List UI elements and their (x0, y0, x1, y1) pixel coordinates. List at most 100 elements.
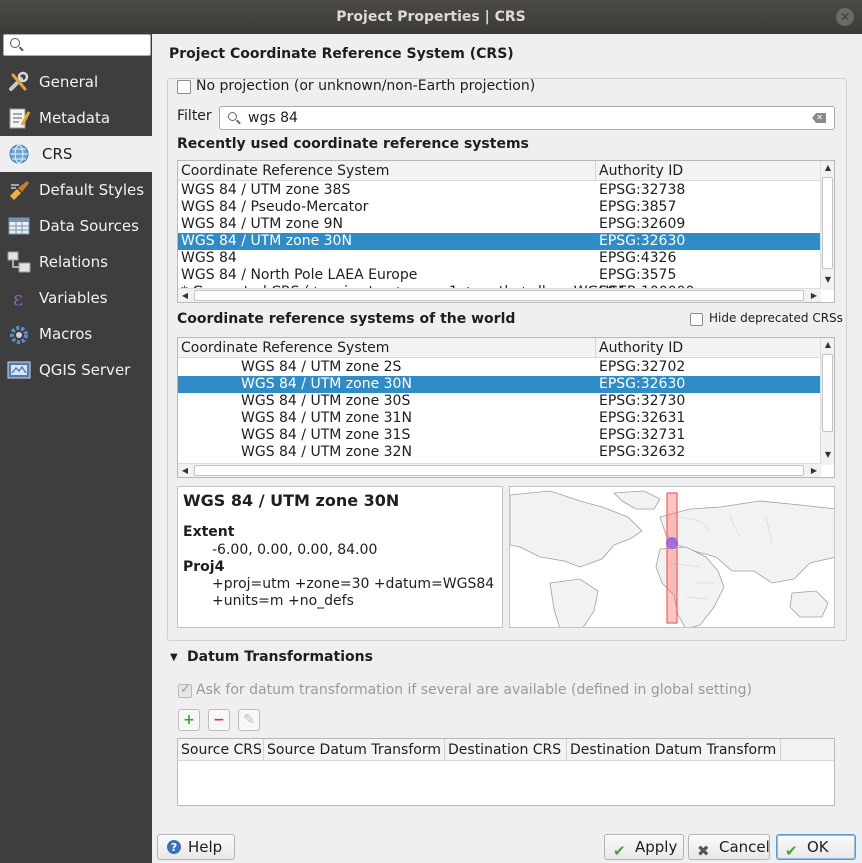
table-row[interactable]: WGS 84 / UTM zone 30S EPSG:32730 (178, 393, 821, 410)
ask-datum-checkbox[interactable]: ✓ (178, 682, 192, 698)
cancel-button-label: Cancel (719, 838, 770, 856)
ok-button[interactable]: ✔ OK (776, 834, 856, 860)
scroll-thumb[interactable] (194, 465, 804, 476)
recent-vertical-scrollbar[interactable]: ▲ ▼ (820, 161, 834, 290)
sidebar-item-variables[interactable]: ε Variables (0, 280, 152, 316)
scroll-down-icon[interactable]: ▼ (821, 450, 834, 459)
apply-button[interactable]: ✔ Apply (604, 834, 684, 860)
search-icon (10, 38, 20, 48)
crs-info-panel: WGS 84 / UTM zone 30N Extent -6.00, 0.00… (177, 486, 503, 628)
proj4-label: Proj4 (183, 559, 225, 575)
world-vertical-scrollbar[interactable]: ▲ ▼ (820, 338, 834, 465)
svg-text:ε: ε (13, 287, 23, 309)
recent-horizontal-scrollbar[interactable]: ◀ ▶ (178, 288, 821, 302)
authority-id-cell: EPSG:32632 (599, 444, 686, 460)
add-transformation-button[interactable]: + (178, 709, 200, 731)
table-row[interactable]: WGS 84 / UTM zone 31S EPSG:32731 (178, 427, 821, 444)
no-projection-checkbox[interactable] (177, 80, 191, 94)
check-icon: ✔ (785, 842, 798, 860)
datum-transformations-title[interactable]: Datum Transformations (187, 649, 373, 665)
column-header-destination-datum[interactable]: Destination Datum Transform (567, 739, 781, 761)
scroll-up-icon[interactable]: ▲ (821, 163, 834, 172)
column-header-crs[interactable]: Coordinate Reference System (178, 338, 596, 358)
sidebar-item-macros[interactable]: Macros (0, 316, 152, 352)
crs-name-cell: WGS 84 / Pseudo-Mercator (181, 199, 369, 215)
crs-name-cell: WGS 84 / UTM zone 30S (241, 393, 411, 409)
cancel-button[interactable]: ✖ Cancel (688, 834, 770, 860)
authority-id-cell: EPSG:32702 (599, 359, 686, 375)
scroll-down-icon[interactable]: ▼ (821, 275, 834, 284)
crs-name-cell: WGS 84 / UTM zone 32N (241, 444, 412, 460)
authority-id-cell: EPSG:4326 (599, 250, 677, 266)
column-header-authority[interactable]: Authority ID (596, 338, 822, 358)
sidebar-item-label: Relations (39, 253, 108, 271)
sidebar-item-general[interactable]: General (0, 64, 152, 100)
help-button[interactable]: ? Help (157, 834, 235, 860)
world-crs-title: Coordinate reference systems of the worl… (177, 311, 516, 327)
authority-id-cell: EPSG:3575 (599, 267, 677, 283)
scroll-thumb[interactable] (822, 354, 833, 432)
column-header-destination-crs[interactable]: Destination CRS (445, 739, 567, 761)
sidebar-item-relations[interactable]: Relations (0, 244, 152, 280)
sidebar-search-input[interactable] (3, 34, 151, 56)
server-icon (7, 361, 31, 379)
column-header-crs[interactable]: Coordinate Reference System (178, 161, 596, 181)
column-header-source-crs[interactable]: Source CRS (178, 739, 264, 761)
scroll-left-icon[interactable]: ◀ (178, 466, 192, 475)
scroll-left-icon[interactable]: ◀ (178, 291, 192, 300)
table-row[interactable]: WGS 84 / UTM zone 30N EPSG:32630 (178, 376, 821, 393)
table-row[interactable]: WGS 84 / Pseudo-Mercator EPSG:3857 (178, 199, 821, 216)
scroll-thumb[interactable] (194, 290, 804, 301)
table-row[interactable]: WGS 84 / UTM zone 30N EPSG:32630 (178, 233, 821, 250)
table-row[interactable]: WGS 84 / UTM zone 2S EPSG:32702 (178, 359, 821, 376)
ok-button-label: OK (807, 838, 829, 856)
sidebar-item-data-sources[interactable]: Data Sources (0, 208, 152, 244)
table-row[interactable]: WGS 84 / UTM zone 31N EPSG:32631 (178, 410, 821, 427)
sidebar-item-label: Variables (39, 289, 108, 307)
table-row[interactable]: WGS 84 / UTM zone 9N EPSG:32609 (178, 216, 821, 233)
extent-highlight (666, 492, 678, 624)
authority-id-cell: EPSG:32631 (599, 410, 686, 426)
filter-input[interactable]: wgs 84 ✕ (219, 106, 835, 130)
scroll-up-icon[interactable]: ▲ (821, 340, 834, 349)
recent-crs-title: Recently used coordinate reference syste… (177, 136, 529, 152)
table-header: Source CRS Source Datum Transform Destin… (178, 739, 834, 761)
authority-id-cell: EPSG:3857 (599, 199, 677, 215)
scroll-right-icon[interactable]: ▶ (807, 291, 821, 300)
extent-label: Extent (183, 524, 235, 540)
column-header-authority[interactable]: Authority ID (596, 161, 822, 181)
metadata-icon (9, 108, 31, 129)
check-icon: ✔ (613, 842, 626, 860)
hide-deprecated-checkbox[interactable] (690, 313, 703, 326)
world-horizontal-scrollbar[interactable]: ◀ ▶ (178, 463, 821, 477)
clear-icon[interactable]: ✕ (812, 113, 826, 123)
sidebar-item-label: CRS (42, 145, 73, 163)
svg-text:?: ? (171, 841, 177, 854)
epsilon-icon: ε (13, 287, 23, 309)
proj4-line-2: +units=m +no_defs (212, 593, 354, 609)
table-row[interactable]: WGS 84 / UTM zone 38S EPSG:32738 (178, 182, 821, 199)
proj4-line-1: +proj=utm +zone=30 +datum=WGS84 (212, 576, 495, 592)
remove-transformation-button[interactable]: − (208, 709, 230, 731)
scroll-thumb[interactable] (822, 177, 833, 269)
authority-id-cell: EPSG:32731 (599, 427, 686, 443)
extent-value: -6.00, 0.00, 0.00, 84.00 (212, 542, 378, 558)
sidebar-item-metadata[interactable]: Metadata (0, 100, 152, 136)
sidebar-item-qgis-server[interactable]: QGIS Server (0, 352, 152, 388)
pencil-icon: ✎ (243, 712, 255, 728)
sidebar-item-crs[interactable]: CRS (0, 136, 152, 172)
crs-name-cell: WGS 84 / UTM zone 2S (241, 359, 402, 375)
close-button[interactable]: ✕ (836, 8, 854, 26)
collapse-triangle-icon[interactable]: ▼ (170, 652, 178, 663)
globe-icon (9, 144, 29, 164)
table-row[interactable]: WGS 84 / UTM zone 32N EPSG:32632 (178, 444, 821, 461)
wrench-icon (9, 71, 29, 91)
sidebar-item-default-styles[interactable]: Default Styles (0, 172, 152, 208)
edit-transformation-button[interactable]: ✎ (238, 709, 260, 731)
table-row[interactable]: WGS 84 / North Pole LAEA Europe EPSG:3575 (178, 267, 821, 284)
plus-icon: + (183, 712, 195, 728)
sidebar-item-label: Data Sources (39, 217, 139, 235)
scroll-right-icon[interactable]: ▶ (807, 466, 821, 475)
column-header-source-datum[interactable]: Source Datum Transform (264, 739, 445, 761)
table-row[interactable]: WGS 84 EPSG:4326 (178, 250, 821, 267)
